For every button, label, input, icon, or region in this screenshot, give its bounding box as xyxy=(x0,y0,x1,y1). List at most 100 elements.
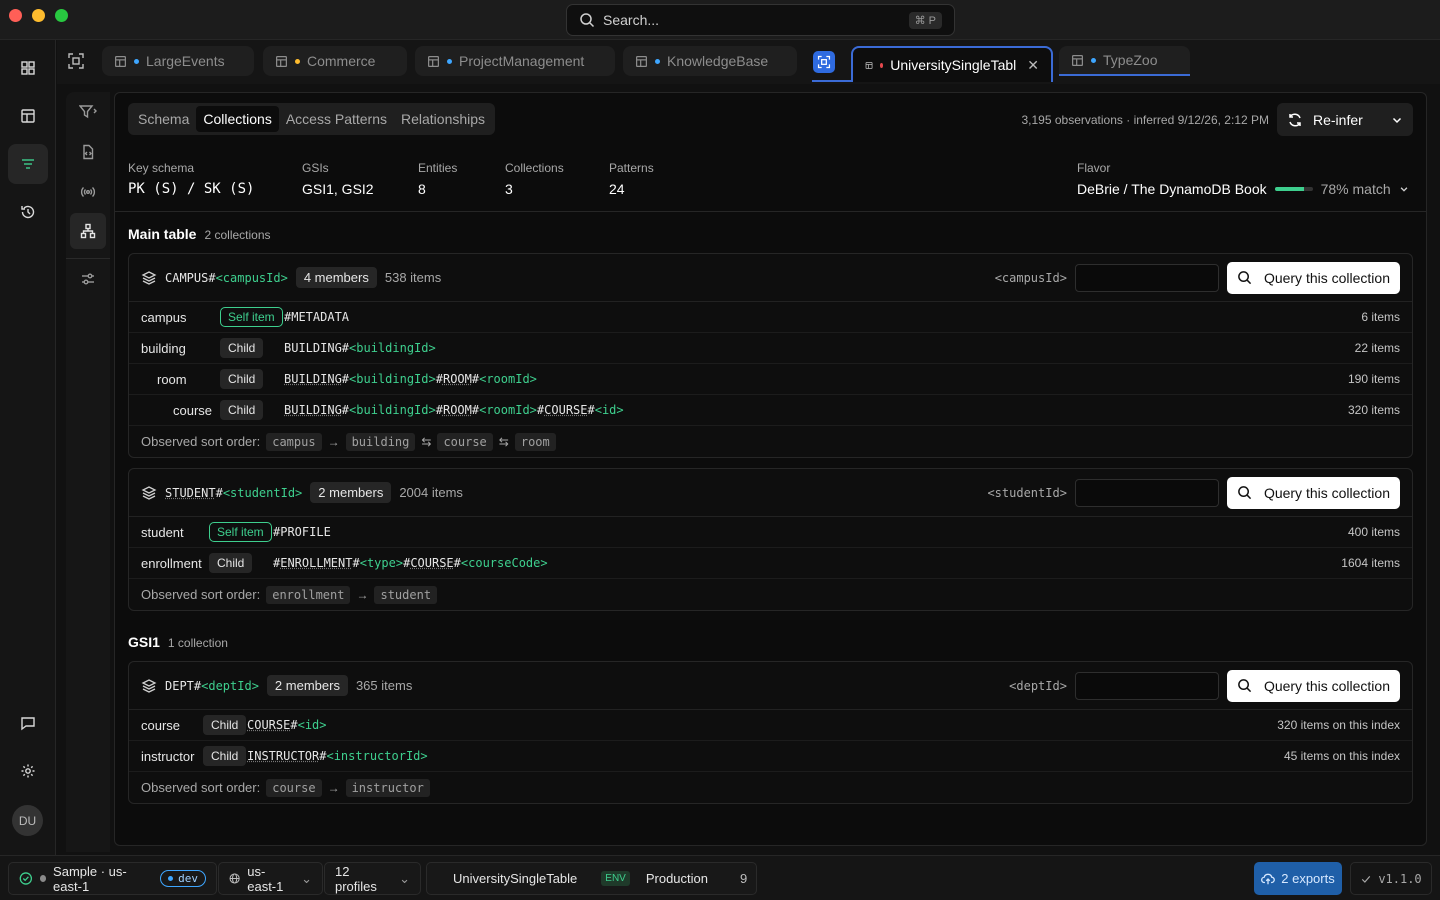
subtab-collections[interactable]: Collections xyxy=(196,106,279,132)
query-collection-button[interactable]: Query this collection xyxy=(1226,669,1400,702)
tab-largeevents[interactable]: LargeEvents xyxy=(102,46,254,76)
table-row[interactable]: course Child BUILDING#<buildingId>#ROOM#… xyxy=(129,395,1412,426)
tab-knowledgebase[interactable]: KnowledgeBase xyxy=(623,46,797,76)
sliders-button[interactable] xyxy=(70,261,106,297)
meta-entities: Entities 8 xyxy=(418,161,457,197)
scan-icon[interactable] xyxy=(67,52,85,70)
grid-icon xyxy=(21,61,35,75)
campus-id-input[interactable] xyxy=(1074,263,1219,292)
entity-name: instructor xyxy=(141,748,195,764)
table-row[interactable]: instructor Child INSTRUCTOR#<instructorI… xyxy=(129,741,1412,772)
dev-badge: dev xyxy=(160,870,206,887)
tab-group-underline xyxy=(812,80,852,82)
dept-id-input[interactable] xyxy=(1074,671,1219,700)
meta-collections: Collections 3 xyxy=(505,161,564,197)
query-label: Query this collection xyxy=(1263,677,1390,694)
section-main-table: Main table 2 collections xyxy=(128,226,271,242)
self-item-badge: Self item xyxy=(209,522,272,542)
row-count: 22 items xyxy=(1354,341,1400,355)
broadcast-button[interactable] xyxy=(70,174,106,210)
members-badge: 4 members xyxy=(295,267,377,288)
query-collection-button[interactable]: Query this collection xyxy=(1226,261,1400,294)
tab-commerce[interactable]: Commerce xyxy=(263,46,407,76)
table-row[interactable]: building Child BUILDING#<buildingId> 22 … xyxy=(129,333,1412,364)
subtab-relationships[interactable]: Relationships xyxy=(394,106,492,132)
table-icon xyxy=(21,109,35,123)
subtab-access-patterns[interactable]: Access Patterns xyxy=(279,106,394,132)
sort-key: INSTRUCTOR#<instructorId> xyxy=(247,749,428,763)
collection-card-campus: CAMPUS#<campusId> 4 members 538 items <c… xyxy=(128,253,1413,458)
table-row[interactable]: room Child BUILDING#<buildingId>#ROOM#<r… xyxy=(129,364,1412,395)
close-icon[interactable]: ✕ xyxy=(1027,57,1039,74)
tab-group-button[interactable] xyxy=(813,51,835,73)
param-label: <deptId> xyxy=(1009,678,1067,693)
query-collection-button[interactable]: Query this collection xyxy=(1226,476,1400,509)
rail-dashboard-button[interactable] xyxy=(8,48,48,88)
subtab-schema[interactable]: Schema xyxy=(131,106,196,132)
reinfer-button[interactable]: Re-infer xyxy=(1277,103,1413,136)
meta-label: Collections xyxy=(505,161,564,175)
row-count: 400 items xyxy=(1347,525,1400,539)
rail-settings-button[interactable] xyxy=(8,751,48,791)
tab-projectmanagement[interactable]: ProjectManagement xyxy=(415,46,615,76)
check-circle-icon xyxy=(19,872,33,885)
chevron-down-icon[interactable] xyxy=(1391,114,1403,126)
global-search[interactable]: Search... ⌘ P xyxy=(566,4,955,36)
search-icon xyxy=(580,13,595,28)
collection-header: DEPT#<deptId> 2 members 365 items <deptI… xyxy=(129,662,1412,710)
avatar[interactable]: DU xyxy=(12,805,43,836)
members-badge: 2 members xyxy=(310,482,392,503)
rail-history-button[interactable] xyxy=(8,192,48,232)
rail-schema-button[interactable] xyxy=(8,144,48,184)
row-count: 6 items xyxy=(1361,310,1400,324)
tab-label: UniversitySingleTabl xyxy=(890,57,1017,73)
flavor-selector[interactable]: DeBrie / The DynamoDB Book 78% match xyxy=(1077,181,1409,197)
meta-label: Patterns xyxy=(609,161,654,175)
arrow-right-icon: → xyxy=(356,587,369,602)
table-row[interactable]: enrollment Child #ENROLLMENT#<type>#COUR… xyxy=(129,548,1412,579)
self-item-badge: Self item xyxy=(220,307,283,327)
cloud-upload-icon xyxy=(1261,873,1276,884)
tab-strip: LargeEvents Commerce ProjectManagement K… xyxy=(57,40,1440,84)
tab-label: ProjectManagement xyxy=(459,53,585,69)
tab-typezoo[interactable]: TypeZoo xyxy=(1059,46,1190,76)
param-label: <campusId> xyxy=(994,270,1067,285)
status-bar: Sample · us-east-1 dev us-east-1 ⌄ 12 pr… xyxy=(0,855,1440,900)
rail-feedback-button[interactable] xyxy=(8,703,48,743)
partition-key: CAMPUS#<campusId> xyxy=(165,271,288,285)
code-file-button[interactable] xyxy=(70,134,106,170)
table-row[interactable]: student Self item #PROFILE 400 items xyxy=(129,517,1412,548)
table-icon xyxy=(276,55,287,67)
connection-status[interactable]: Sample · us-east-1 dev xyxy=(8,862,217,895)
table-row[interactable]: campus Self item #METADATA 6 items xyxy=(129,302,1412,333)
zoom-window-button[interactable] xyxy=(55,9,68,22)
chevron-down-icon: ⌄ xyxy=(301,870,312,886)
observed-sort-order: Observed sort order: enrollment → studen… xyxy=(129,579,1412,610)
rail-tables-button[interactable] xyxy=(8,96,48,136)
arrow-right-icon: → xyxy=(327,780,340,795)
file-code-icon xyxy=(83,144,94,160)
child-badge: Child xyxy=(220,338,264,358)
entity-name: enrollment xyxy=(141,555,202,571)
partition-key: STUDENT#<studentId> xyxy=(165,485,303,500)
active-table-status[interactable]: UniversitySingleTable ENV Production 9 xyxy=(426,862,757,895)
tab-universitysingletable[interactable]: UniversitySingleTabl ✕ xyxy=(851,46,1053,82)
student-id-input[interactable] xyxy=(1074,478,1219,507)
profiles-selector[interactable]: 12 profiles ⌄ xyxy=(324,862,421,895)
search-icon xyxy=(1238,486,1252,500)
query-label: Query this collection xyxy=(1263,484,1390,501)
close-window-button[interactable] xyxy=(9,9,22,22)
observations-count: 3,195 observations xyxy=(1021,113,1123,127)
minimize-window-button[interactable] xyxy=(32,9,45,22)
chevron-down-icon[interactable] xyxy=(1399,184,1409,194)
hierarchy-button[interactable] xyxy=(70,213,106,249)
observed-sort-order: Observed sort order: campus → building ⇆… xyxy=(129,426,1412,457)
section-title: GSI1 xyxy=(128,634,160,650)
version-badge[interactable]: v1.1.0 xyxy=(1350,862,1432,895)
inference-info: 3,195 observations · inferred 9/12/26, 2… xyxy=(1021,113,1269,127)
sort-chip: building xyxy=(345,432,416,451)
exports-button[interactable]: 2 exports xyxy=(1254,862,1342,895)
region-selector[interactable]: us-east-1 ⌄ xyxy=(218,862,323,895)
table-row[interactable]: course Child COURSE#<id> 320 items on th… xyxy=(129,710,1412,741)
filter-button[interactable] xyxy=(70,94,106,130)
